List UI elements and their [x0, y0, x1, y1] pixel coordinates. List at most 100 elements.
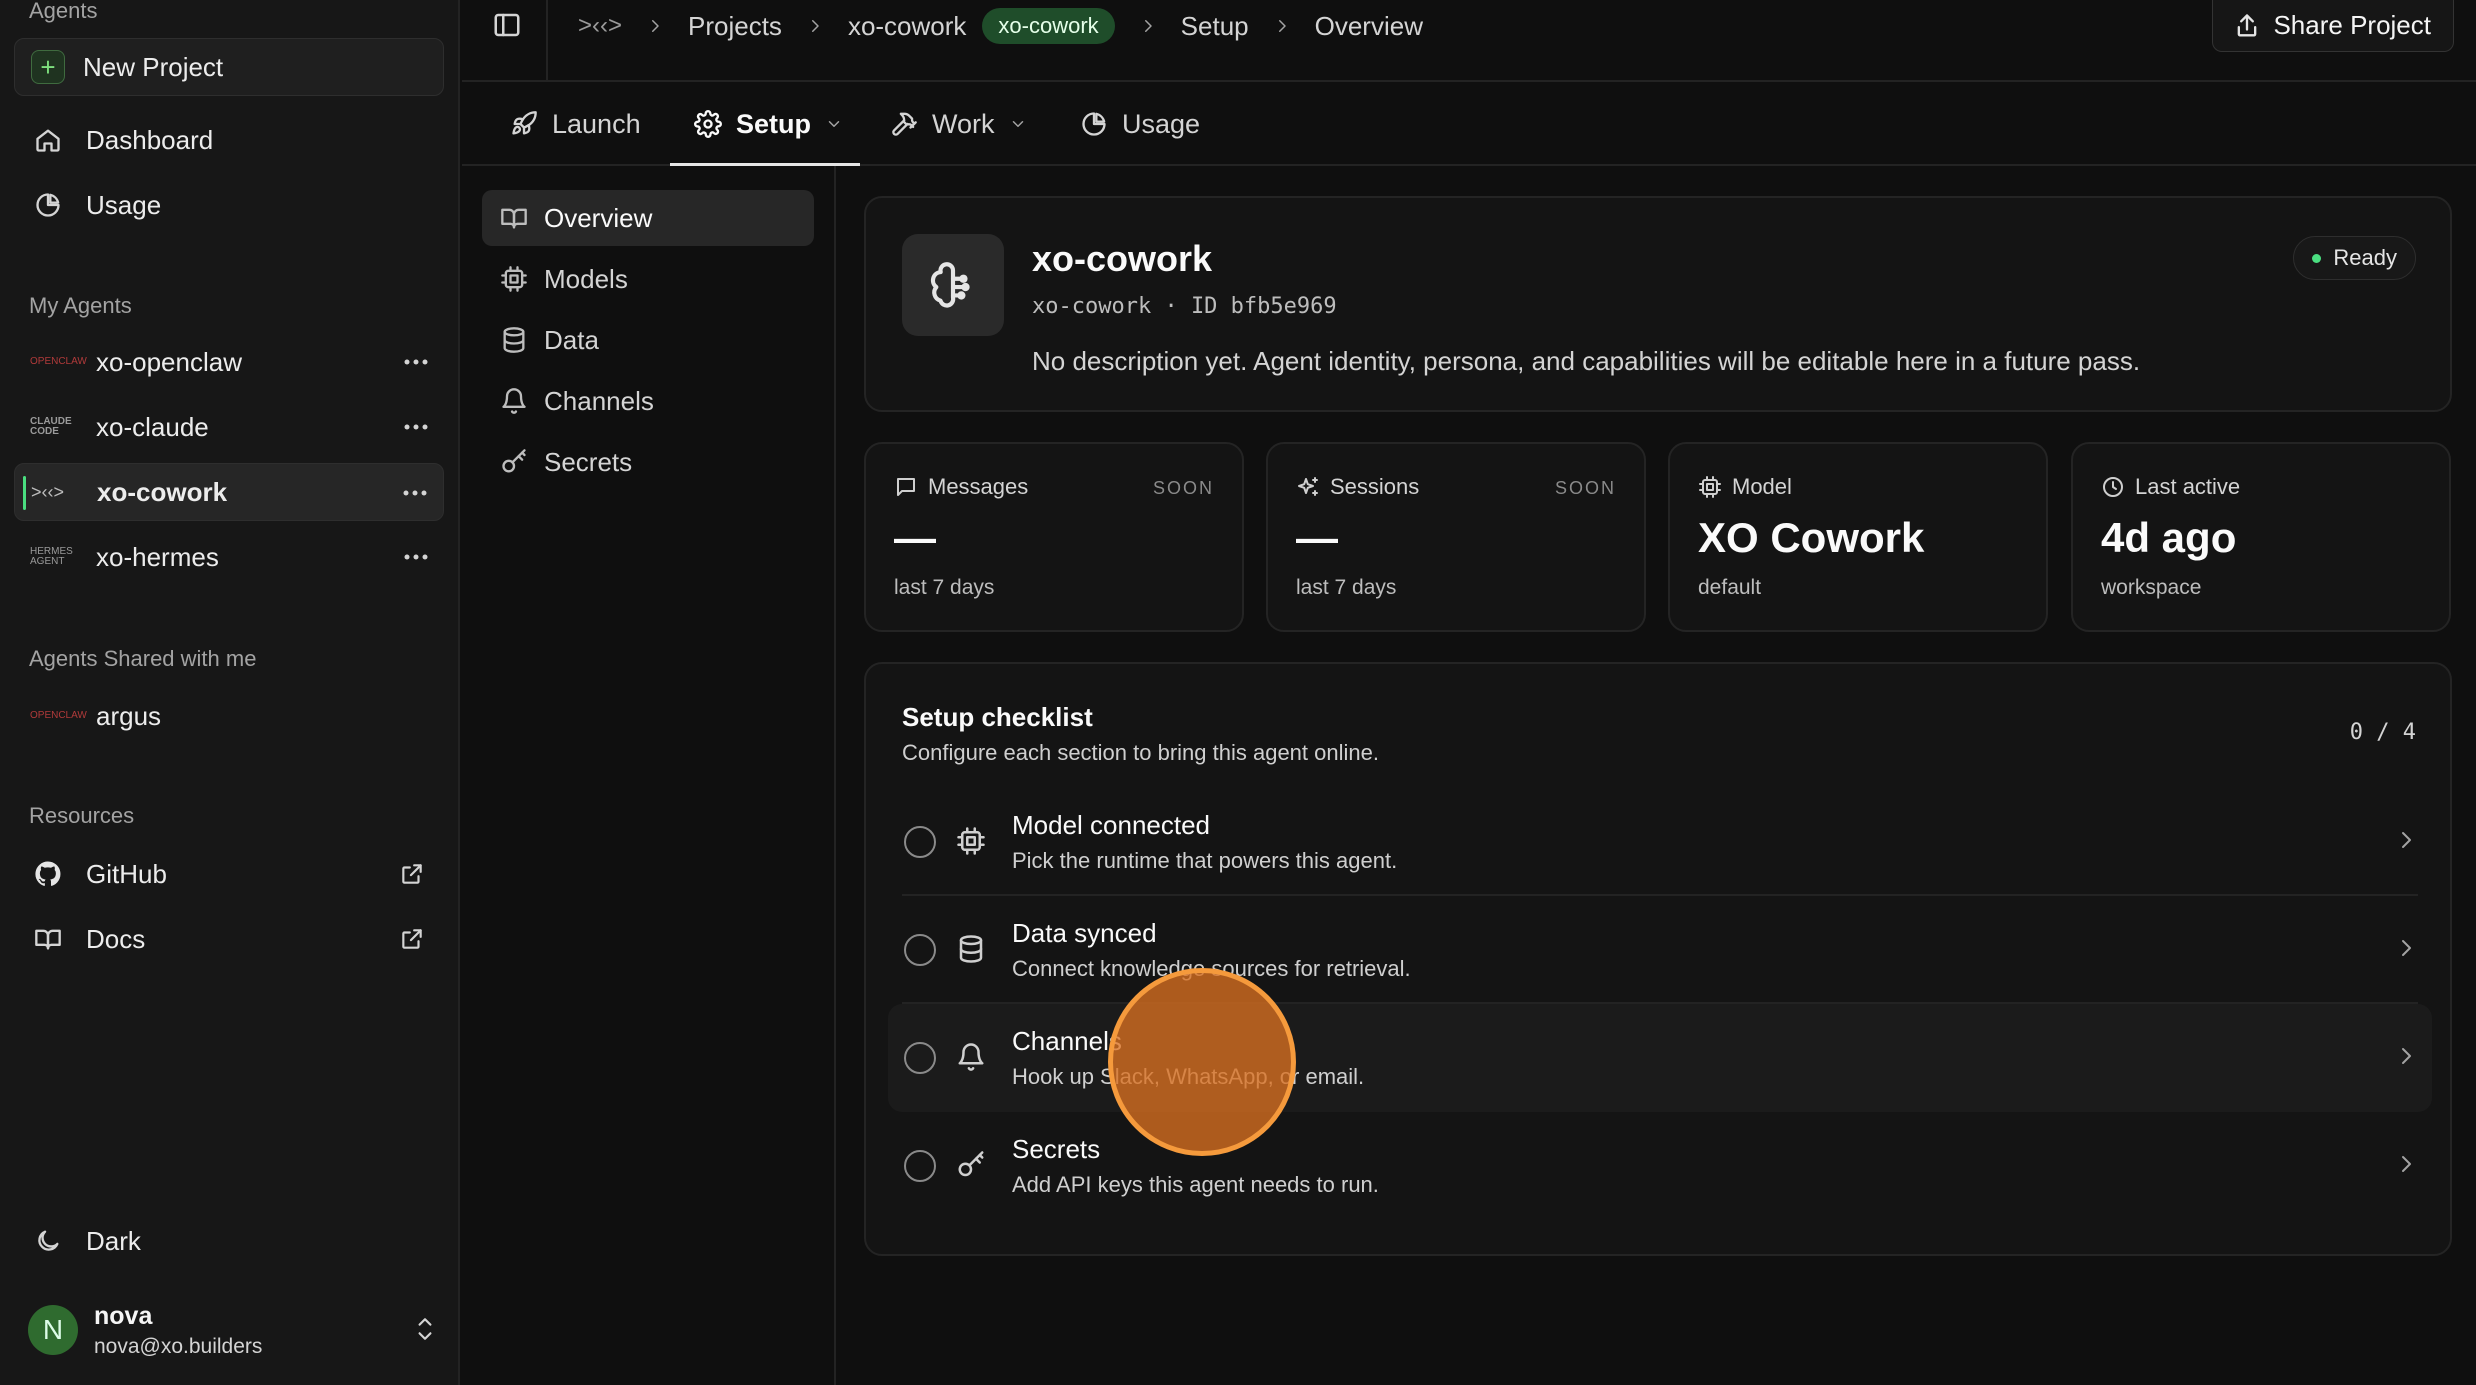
divider [546, 0, 548, 80]
agent-overview-card: xo-cowork xo-cowork · ID bfb5e969 No des… [864, 196, 2452, 412]
book-icon [500, 204, 528, 232]
breadcrumb-setup[interactable]: Setup [1181, 11, 1249, 42]
chip-icon [956, 826, 986, 856]
agent-item-label: argus [96, 700, 162, 731]
sidebar-item-usage[interactable]: Usage [14, 176, 444, 234]
breadcrumb-home-logo[interactable]: >‹‹> [578, 12, 622, 40]
stat-value: — [894, 514, 936, 561]
status-label: Ready [2333, 245, 2397, 270]
soon-badge: SOON [1554, 478, 1616, 498]
sidebar-item-github[interactable]: GitHub [14, 845, 444, 903]
subnav-data[interactable]: Data [482, 312, 814, 368]
brain-icon [902, 234, 1004, 336]
sidebar-item-label: Docs [86, 923, 146, 954]
agent-item-xo-cowork[interactable]: >‹‹> xo-cowork [14, 463, 444, 521]
subnav-models[interactable]: Models [482, 251, 814, 307]
sidebar-item-label: Dashboard [86, 124, 214, 155]
more-options-icon[interactable] [398, 344, 434, 380]
share-project-button[interactable]: Share Project [2212, 0, 2454, 52]
subnav-channels[interactable]: Channels [482, 373, 814, 429]
chevron-down-icon [1009, 115, 1027, 133]
openclaw-logo: OPENCLAW [30, 356, 87, 367]
clock-icon [2101, 475, 2125, 499]
new-project-button[interactable]: + New Project [14, 38, 444, 96]
chip-icon [1698, 475, 1722, 499]
subnav-overview[interactable]: Overview [482, 190, 814, 246]
checklist-progress: 0 / 4 [2349, 720, 2416, 745]
stat-value: — [1296, 514, 1338, 561]
agent-item-xo-claude[interactable]: CLAUDE CODE xo-claude [14, 398, 444, 456]
bell-icon [956, 1042, 986, 1072]
user-email: nova@xo.builders [94, 1334, 263, 1358]
theme-label: Dark [86, 1225, 141, 1256]
checklist-item-data[interactable]: Data synced Connect knowledge sources fo… [888, 896, 2432, 1004]
checklist-description: Configure each section to bring this age… [902, 740, 1379, 765]
sidebar-toggle-icon[interactable] [492, 10, 528, 46]
breadcrumb-project[interactable]: xo-cowork [848, 11, 966, 42]
claude-code-logo: CLAUDE CODE [30, 416, 72, 437]
stat-value: XO Cowork [1698, 514, 1925, 561]
checkbox[interactable] [904, 826, 936, 858]
checklist-item-channels[interactable]: Channels Hook up Slack, WhatsApp, or ema… [888, 1004, 2432, 1112]
tab-label: Setup [736, 108, 812, 139]
agent-item-xo-openclaw[interactable]: OPENCLAW xo-openclaw [14, 333, 444, 391]
checkbox[interactable] [904, 934, 936, 966]
external-link-icon [394, 921, 430, 957]
agent-item-label: xo-claude [96, 411, 209, 442]
stat-label: Last active [2135, 474, 2241, 499]
shared-agents-label: Agents Shared with me [29, 646, 257, 671]
avatar: N [28, 1305, 78, 1355]
checklist-item-description: Hook up Slack, WhatsApp, or email. [1012, 1064, 1365, 1089]
tab-work[interactable]: Work [890, 84, 1027, 164]
tab-usage[interactable]: Usage [1080, 84, 1200, 164]
chevron-right-icon [2394, 1152, 2418, 1176]
chevron-right-icon [806, 17, 824, 35]
stat-caption: workspace [2101, 576, 2202, 599]
more-options-icon[interactable] [398, 539, 434, 575]
chevron-right-icon [2394, 1044, 2418, 1068]
sidebar-item-docs[interactable]: Docs [14, 910, 444, 968]
checkbox[interactable] [904, 1042, 936, 1074]
agent-item-label: xo-hermes [96, 541, 219, 572]
moon-icon [30, 1223, 66, 1259]
breadcrumb: >‹‹> Projects xo-cowork xo-cowork Setup … [578, 6, 1423, 46]
agent-item-label: xo-openclaw [96, 346, 242, 377]
subnav-secrets[interactable]: Secrets [482, 434, 814, 490]
more-options-icon[interactable] [398, 409, 434, 445]
stat-label: Model [1732, 474, 1792, 499]
agent-item-label: xo-cowork [97, 476, 228, 507]
share-icon [2233, 12, 2261, 40]
user-menu[interactable]: N nova nova@xo.builders [28, 1300, 448, 1360]
checklist-item-description: Pick the runtime that powers this agent. [1012, 848, 1398, 873]
tab-label: Usage [1122, 108, 1201, 139]
database-icon [956, 934, 986, 964]
tab-label: Work [932, 108, 995, 139]
chevron-right-icon [1139, 17, 1157, 35]
checklist-item-title: Secrets [1012, 1134, 1101, 1164]
tab-label: Launch [552, 108, 641, 139]
checklist-item-model[interactable]: Model connected Pick the runtime that po… [888, 788, 2432, 896]
sidebar-item-label: GitHub [86, 858, 167, 889]
setup-checklist: Setup checklist Configure each section t… [864, 662, 2452, 1256]
agent-item-xo-hermes[interactable]: HERMES AGENT xo-hermes [14, 528, 444, 586]
checklist-item-secrets[interactable]: Secrets Add API keys this agent needs to… [888, 1112, 2432, 1220]
breadcrumb-current: Overview [1314, 10, 1423, 41]
key-icon [500, 448, 528, 476]
checklist-item-title: Channels [1012, 1026, 1122, 1056]
agent-item-argus[interactable]: OPENCLAW argus [14, 687, 444, 745]
sidebar-item-dashboard[interactable]: Dashboard [14, 111, 444, 169]
tab-launch[interactable]: Launch [510, 84, 641, 164]
key-icon [956, 1150, 986, 1180]
tab-setup[interactable]: Setup [670, 84, 860, 166]
more-options-icon[interactable] [397, 475, 433, 511]
breadcrumb-projects[interactable]: Projects [688, 11, 782, 42]
chevron-right-icon [2394, 936, 2418, 960]
hermes-logo: HERMES AGENT [30, 546, 73, 567]
chevron-right-icon [646, 17, 664, 35]
project-pill[interactable]: xo-cowork [982, 8, 1115, 44]
subnav-label: Secrets [544, 446, 633, 477]
database-icon [500, 326, 528, 354]
theme-toggle[interactable]: Dark [14, 1212, 444, 1270]
checkbox[interactable] [904, 1150, 936, 1182]
stat-caption: default [1698, 576, 1762, 599]
